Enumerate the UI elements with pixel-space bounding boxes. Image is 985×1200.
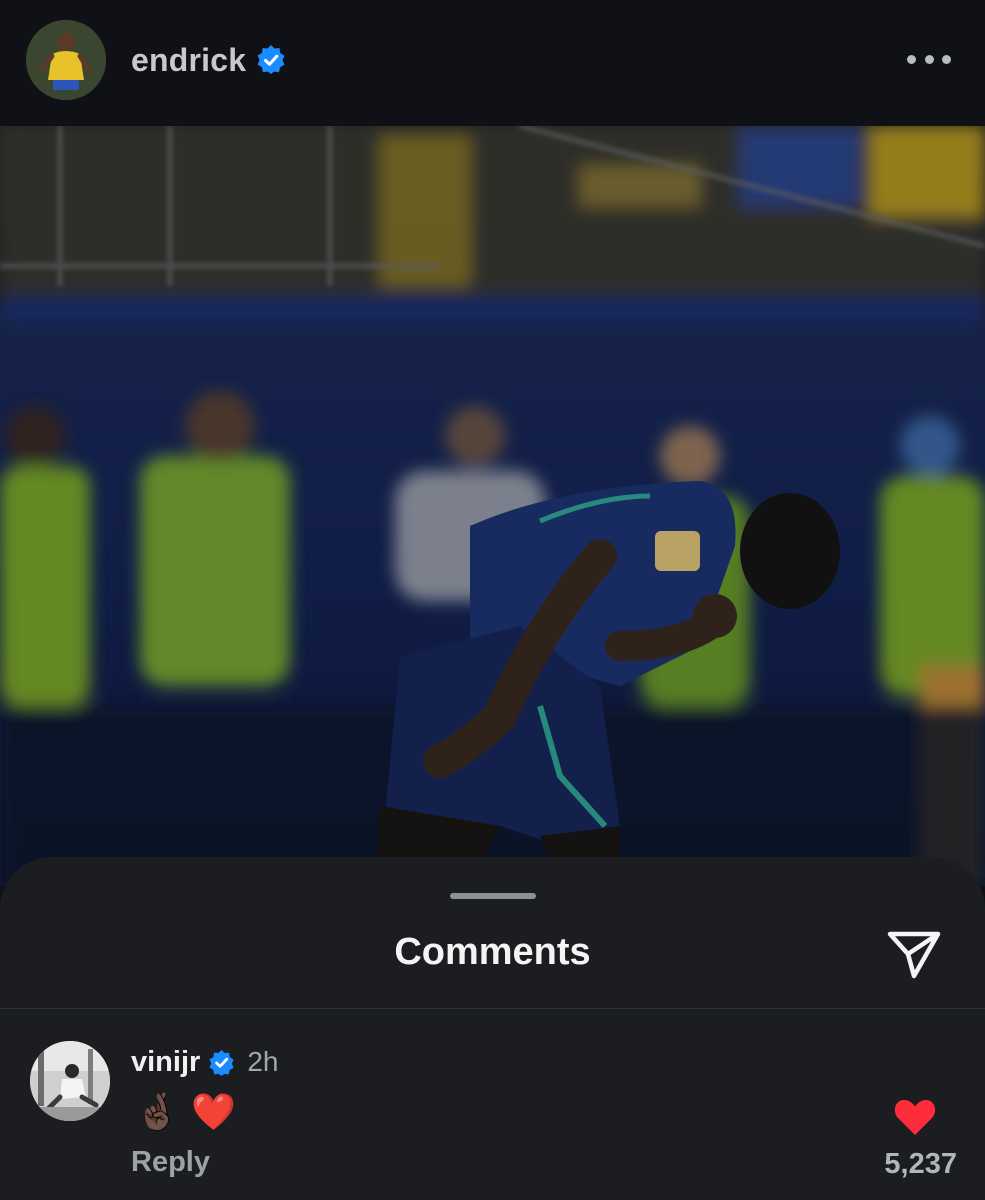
username-row[interactable]: endrick bbox=[131, 38, 286, 82]
more-dot bbox=[924, 54, 934, 64]
post-username[interactable]: endrick bbox=[131, 42, 246, 79]
heart-icon[interactable] bbox=[893, 1097, 937, 1137]
post-photo[interactable] bbox=[0, 126, 985, 886]
send-icon[interactable] bbox=[884, 924, 944, 984]
verified-badge-icon bbox=[209, 1049, 234, 1076]
comment-text: 🤞🏿 ❤️ bbox=[135, 1092, 237, 1133]
post-header: endrick bbox=[0, 0, 985, 126]
like-count: 5,237 bbox=[884, 1148, 957, 1180]
comments-sheet: Comments vinijr 2h 🤞🏿 ❤️ Reply 5,237 bbox=[0, 857, 985, 1200]
player-avatar-icon bbox=[26, 20, 106, 100]
sheet-title: Comments bbox=[394, 931, 591, 973]
comment-header: vinijr 2h bbox=[131, 1045, 278, 1079]
commenter-avatar-icon bbox=[30, 1041, 110, 1121]
more-options-icon[interactable] bbox=[907, 46, 951, 72]
comment-timestamp: 2h bbox=[247, 1046, 279, 1077]
post-photo-football-player-icon bbox=[0, 126, 985, 886]
reply-button[interactable]: Reply bbox=[131, 1146, 210, 1179]
avatar[interactable] bbox=[26, 20, 106, 100]
verified-badge-icon bbox=[257, 45, 285, 74]
more-dot bbox=[907, 54, 916, 64]
more-dot bbox=[942, 54, 951, 64]
comment-avatar[interactable] bbox=[30, 1041, 110, 1121]
sheet-grabber-handle[interactable] bbox=[450, 893, 536, 899]
divider bbox=[0, 1008, 985, 1009]
comment-username[interactable]: vinijr bbox=[131, 1046, 200, 1079]
